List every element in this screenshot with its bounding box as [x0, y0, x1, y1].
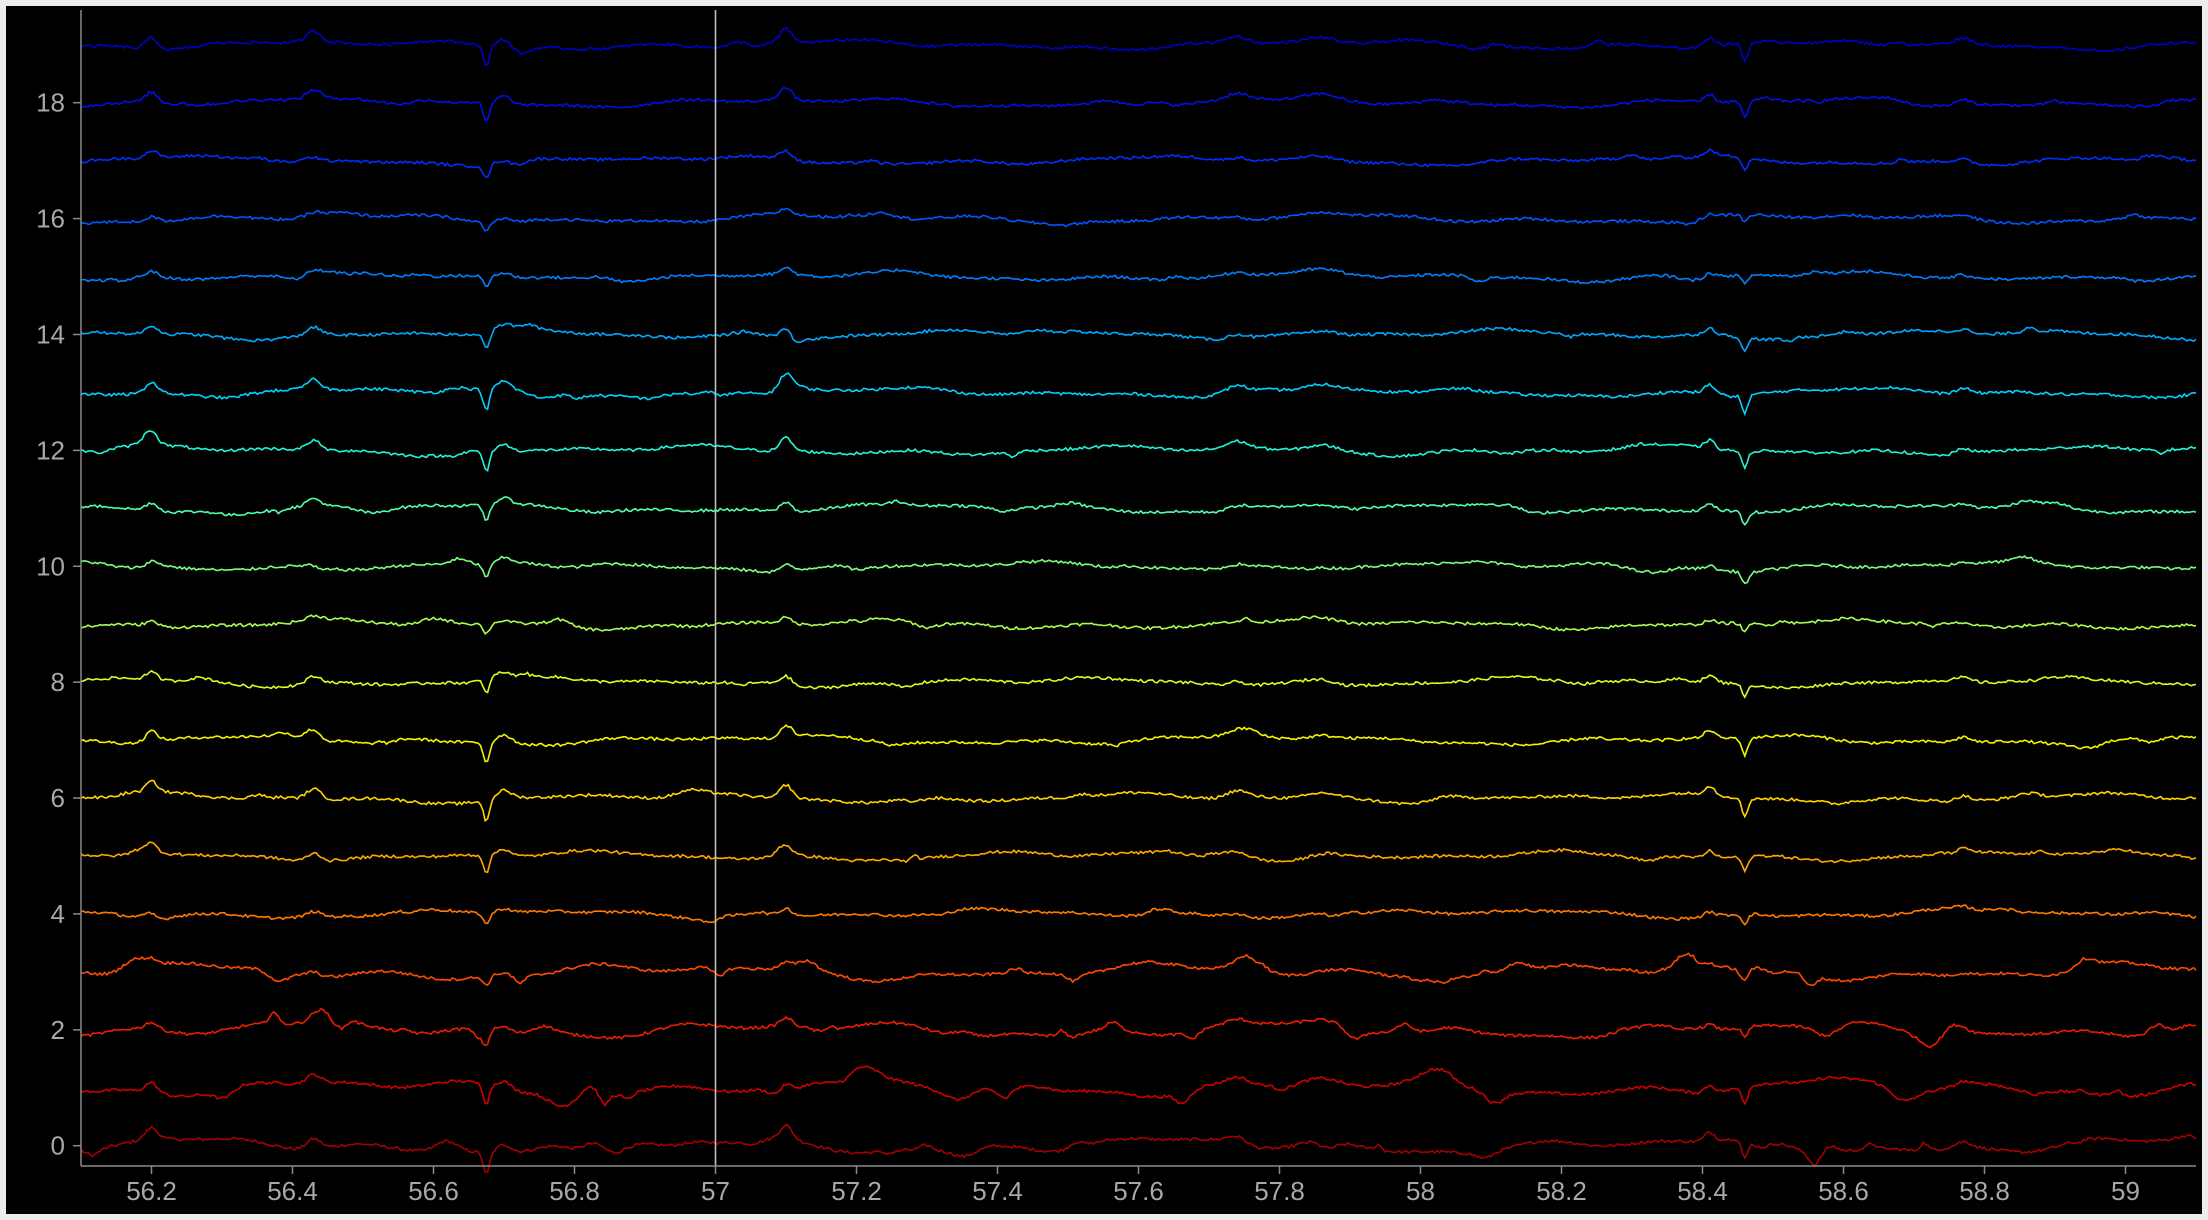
- x-tick-label: 56.8: [549, 1176, 600, 1206]
- x-tick-label: 58: [1406, 1176, 1435, 1206]
- y-tick-label: 0: [51, 1131, 65, 1161]
- y-tick-label: 6: [51, 783, 65, 813]
- axes: [80, 10, 2196, 1167]
- x-tick-label: 57.2: [831, 1176, 882, 1206]
- x-tick-label: 56.6: [408, 1176, 459, 1206]
- lfp-trace-plot[interactable]: 0 2 4 6 8 10 12 14 16 18 56.2 56.4 56.6 56.8 57 57.2 57…: [6, 6, 2202, 1214]
- y-axis-ticks: 0 2 4 6 8 10 12 14 16 18: [36, 88, 81, 1161]
- channel-trace-15: [80, 266, 2197, 288]
- channel-trace-16: [80, 207, 2197, 232]
- channel-trace-8: [80, 669, 2197, 699]
- y-tick-label: 18: [36, 88, 65, 118]
- y-tick-label: 12: [36, 435, 65, 465]
- x-tick-label: 58.4: [1677, 1176, 1728, 1206]
- channel-trace-17: [80, 148, 2197, 178]
- y-tick-label: 10: [36, 551, 65, 581]
- channel-trace-11: [80, 496, 2197, 526]
- channel-trace-13: [80, 372, 2197, 417]
- channel-trace-1: [80, 1065, 2197, 1108]
- channel-trace-5: [80, 841, 2197, 874]
- channel-trace-19: [80, 26, 2197, 67]
- x-axis-ticks: 56.2 56.4 56.6 56.8 57 57.2 57.4 57.6 57.8 58 58.2…: [126, 1166, 2140, 1206]
- channel-trace-6: [80, 779, 2197, 823]
- channel-trace-18: [80, 86, 2197, 122]
- channel-trace-14: [80, 322, 2197, 353]
- channel-trace-3: [80, 952, 2197, 987]
- y-tick-label: 2: [51, 1015, 65, 1045]
- y-tick-label: 14: [36, 319, 65, 349]
- channel-trace-7: [80, 724, 2197, 763]
- x-tick-label: 59: [2111, 1176, 2140, 1206]
- x-tick-label: 56.2: [126, 1176, 177, 1206]
- channel-trace-2: [80, 1007, 2197, 1048]
- x-tick-label: 57.4: [972, 1176, 1023, 1206]
- channel-trace-0: [80, 1123, 2197, 1173]
- x-tick-label: 57: [701, 1176, 730, 1206]
- y-tick-label: 4: [51, 899, 65, 929]
- x-tick-label: 57.8: [1254, 1176, 1305, 1206]
- channel-trace-9: [80, 614, 2196, 636]
- channel-trace-12: [80, 430, 2197, 472]
- channel-trace-4: [80, 904, 2197, 926]
- channel-trace-10: [80, 555, 2197, 585]
- x-tick-label: 57.6: [1113, 1176, 1164, 1206]
- plot-window: 0 2 4 6 8 10 12 14 16 18 56.2 56.4 56.6 56.8 57 57.2 57…: [6, 6, 2202, 1214]
- channel-traces: [80, 26, 2197, 1173]
- x-tick-label: 58.6: [1818, 1176, 1869, 1206]
- y-tick-label: 8: [51, 667, 65, 697]
- x-tick-label: 58.2: [1536, 1176, 1587, 1206]
- x-tick-label: 58.8: [1959, 1176, 2010, 1206]
- y-tick-label: 16: [36, 204, 65, 234]
- x-tick-label: 56.4: [267, 1176, 318, 1206]
